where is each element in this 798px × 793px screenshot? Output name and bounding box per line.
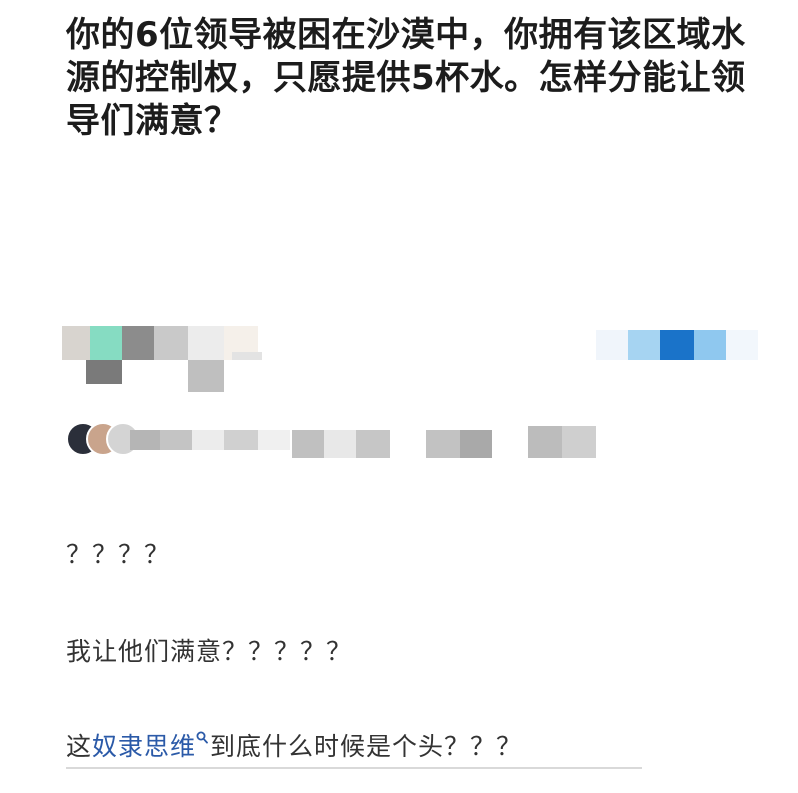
- comment-text: ？？？？: [66, 540, 171, 569]
- comment-text-before: 这: [66, 732, 93, 761]
- keyword-search-link[interactable]: 奴隶思维: [92, 732, 196, 761]
- search-icon[interactable]: [196, 722, 208, 744]
- liker-avatars[interactable]: [66, 422, 140, 456]
- blurred-stats-row: [130, 422, 600, 464]
- question-text: 你的6位领导被困在沙漠中，你拥有该区域水源的控制权，只愿提供5杯水。怎样分能让领…: [66, 15, 746, 141]
- comment-text-after: 到底什么时候是个头？？？: [210, 732, 523, 761]
- blurred-follow-button[interactable]: [596, 326, 760, 366]
- comment-with-keyword: 这奴隶思维 到底什么时候是个头？？？: [66, 727, 642, 769]
- blurred-user-info: [62, 322, 282, 392]
- comment-text: 我让他们满意？？？？？: [66, 637, 353, 666]
